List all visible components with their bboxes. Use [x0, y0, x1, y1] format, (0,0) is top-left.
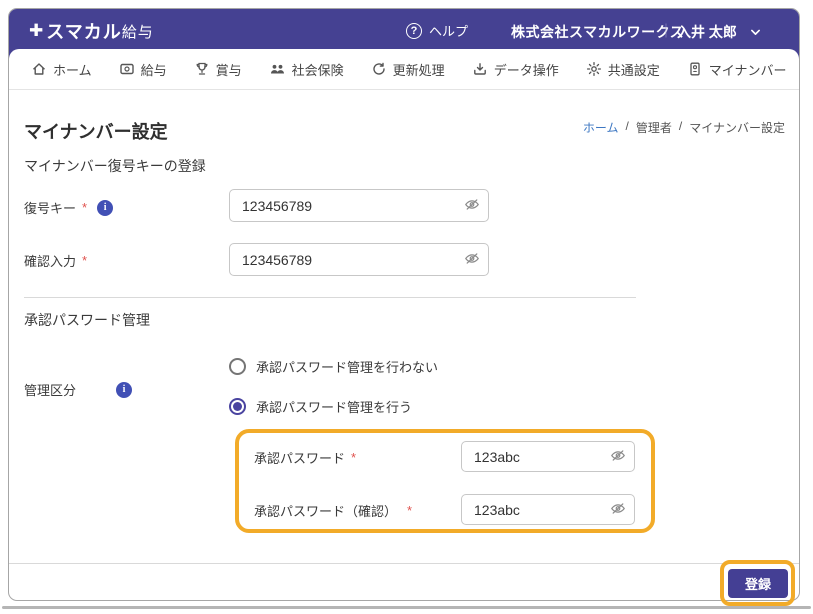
nav-label: データ操作: [494, 60, 559, 79]
payroll-icon: [119, 61, 135, 77]
field-label-text: 承認パスワード: [254, 448, 345, 467]
common-settings-icon: [586, 61, 602, 77]
breadcrumb-separator: /: [679, 119, 682, 136]
nav-item-bonus[interactable]: 賞与: [194, 60, 242, 79]
radio-selected-icon: [229, 398, 246, 415]
required-asterisk: *: [82, 253, 87, 268]
section-title-approval-password: 承認パスワード管理: [24, 310, 150, 330]
toggle-visibility-button[interactable]: [464, 250, 480, 269]
info-icon[interactable]: i: [116, 382, 132, 398]
help-icon: ?: [406, 23, 422, 39]
decryption-key-label: 復号キー * i: [24, 198, 113, 217]
nav-item-my-number[interactable]: マイナンバー: [687, 60, 787, 79]
eye-off-icon: [464, 250, 480, 269]
eye-off-icon: [610, 447, 626, 466]
category-label: 管理区分 i: [24, 380, 132, 399]
nav-item-payroll[interactable]: 給与: [119, 60, 167, 79]
window-bottom-shadow: [2, 606, 811, 609]
nav-item-data-operation[interactable]: データ操作: [472, 60, 559, 79]
nav-item-home[interactable]: ホーム: [31, 60, 92, 79]
radio-icon: [229, 358, 246, 375]
nav-item-common-settings[interactable]: 共通設定: [586, 60, 660, 79]
nav-label: 社会保険: [292, 60, 344, 79]
main-nav: ホーム 給与 賞与 社会保険 更新処理 データ操作 共通設定 マイナンバー: [9, 49, 799, 90]
field-label-text: 確認入力: [24, 251, 76, 270]
eye-off-icon: [464, 196, 480, 215]
eye-off-icon: [610, 500, 626, 519]
app-logo[interactable]: ✚ スマカル 給与: [29, 18, 154, 44]
nav-label: マイナンバー: [709, 60, 787, 79]
approval-password-confirm-field-wrap: [461, 494, 635, 525]
user-name: 入井 太郎: [677, 22, 737, 42]
logo-product-text: 給与: [122, 21, 154, 42]
approval-password-confirm-label: 承認パスワード（確認） *: [254, 501, 412, 520]
nav-label: 更新処理: [393, 60, 445, 79]
footer-divider: [9, 563, 799, 564]
toggle-visibility-button[interactable]: [610, 500, 626, 519]
decryption-key-input[interactable]: [229, 189, 489, 222]
chevron-down-icon: [749, 26, 762, 39]
logo-brand-text: スマカル: [46, 18, 121, 44]
breadcrumb: ホーム / 管理者 / マイナンバー設定: [583, 119, 785, 136]
approval-password-input[interactable]: [461, 441, 635, 472]
app-window: ✚ スマカル 給与 ? ヘルプ 株式会社スマカルワークス ｜ 入井 太郎 ホーム…: [8, 8, 800, 601]
confirm-key-field-wrap: [229, 243, 489, 276]
breadcrumb-separator: /: [626, 119, 629, 136]
required-asterisk: *: [351, 450, 356, 465]
nav-label: 賞与: [216, 60, 242, 79]
field-label-text: 管理区分: [24, 380, 76, 399]
my-number-icon: [687, 61, 703, 77]
radio-label: 承認パスワード管理を行う: [256, 397, 412, 416]
radio-option-no-management[interactable]: 承認パスワード管理を行わない: [229, 357, 438, 376]
approval-password-field-wrap: [461, 441, 635, 472]
nav-label: 共通設定: [608, 60, 660, 79]
social-insurance-icon: [269, 61, 286, 77]
breadcrumb-parent: 管理者: [636, 119, 672, 136]
confirm-key-input[interactable]: [229, 243, 489, 276]
header-divider: ｜: [659, 21, 673, 41]
submit-button[interactable]: 登録: [728, 569, 788, 598]
required-asterisk: *: [407, 503, 412, 518]
update-icon: [371, 61, 387, 77]
nav-item-social-insurance[interactable]: 社会保険: [269, 60, 344, 79]
breadcrumb-current: マイナンバー設定: [689, 119, 785, 136]
toggle-visibility-button[interactable]: [610, 447, 626, 466]
page-title: マイナンバー設定: [24, 118, 168, 144]
info-icon[interactable]: i: [97, 200, 113, 216]
field-label-text: 承認パスワード（確認）: [254, 501, 397, 520]
help-menu[interactable]: ? ヘルプ: [406, 21, 468, 40]
section-divider: [24, 297, 636, 298]
required-asterisk: *: [82, 200, 87, 215]
approval-password-confirm-input[interactable]: [461, 494, 635, 525]
section-title-decryption-key: マイナンバー復号キーの登録: [24, 156, 206, 176]
field-label-text: 復号キー: [24, 198, 76, 217]
home-icon: [31, 61, 47, 77]
data-operation-icon: [472, 61, 488, 77]
plus-icon: ✚: [29, 21, 43, 41]
approval-password-label: 承認パスワード *: [254, 448, 356, 467]
toggle-visibility-button[interactable]: [464, 196, 480, 215]
radio-option-do-management[interactable]: 承認パスワード管理を行う: [229, 397, 412, 416]
decryption-key-field-wrap: [229, 189, 489, 222]
confirm-key-label: 確認入力 *: [24, 251, 87, 270]
nav-label: 給与: [141, 60, 167, 79]
help-label: ヘルプ: [429, 21, 468, 40]
nav-label: ホーム: [53, 60, 92, 79]
nav-item-update[interactable]: 更新処理: [371, 60, 445, 79]
user-menu[interactable]: 入井 太郎: [677, 22, 762, 42]
breadcrumb-home-link[interactable]: ホーム: [583, 119, 619, 136]
radio-label: 承認パスワード管理を行わない: [256, 357, 438, 376]
bonus-icon: [194, 61, 210, 77]
